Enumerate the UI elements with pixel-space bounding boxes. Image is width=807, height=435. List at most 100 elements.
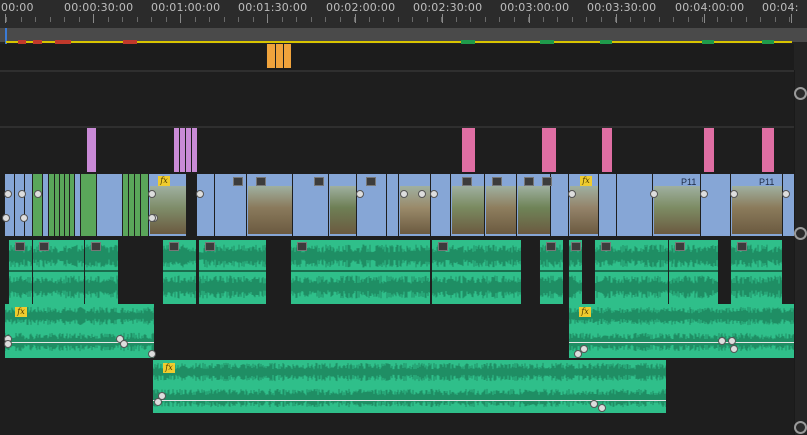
keyframe[interactable] bbox=[4, 340, 12, 348]
keyframe[interactable] bbox=[356, 190, 364, 198]
waveform bbox=[432, 275, 521, 299]
waveform-path bbox=[291, 275, 430, 299]
video-clip[interactable] bbox=[80, 174, 96, 236]
video-clip[interactable] bbox=[782, 174, 794, 236]
film-strip-icon bbox=[737, 242, 747, 251]
keyframe[interactable] bbox=[580, 345, 588, 353]
audio-clip[interactable] bbox=[8, 240, 32, 304]
scroll-circle-icon[interactable] bbox=[794, 227, 807, 240]
video-clip[interactable] bbox=[386, 174, 398, 236]
video-clip[interactable] bbox=[328, 174, 356, 236]
ruler-tick bbox=[586, 17, 587, 22]
audio-clip[interactable]: fx bbox=[568, 304, 794, 358]
waveform-path bbox=[163, 244, 196, 268]
track-v3[interactable] bbox=[0, 128, 794, 172]
video-clip[interactable] bbox=[398, 174, 430, 236]
film-strip-icon bbox=[233, 177, 243, 186]
audio-clip[interactable] bbox=[594, 240, 668, 304]
keyframe[interactable] bbox=[2, 214, 10, 222]
video-clip[interactable] bbox=[700, 174, 730, 236]
audio-clip[interactable] bbox=[84, 240, 118, 304]
keyframe[interactable] bbox=[20, 214, 28, 222]
graphic-clip[interactable] bbox=[601, 128, 612, 172]
audio-clip[interactable] bbox=[290, 240, 430, 304]
keyframe[interactable] bbox=[730, 190, 738, 198]
graphic-clip[interactable] bbox=[461, 128, 475, 172]
keyframe[interactable] bbox=[148, 214, 156, 222]
channel-divider bbox=[540, 270, 563, 272]
keyframe[interactable] bbox=[196, 190, 204, 198]
video-clip[interactable] bbox=[32, 174, 42, 236]
time-ruler[interactable]: 00:00 00:00:30:00 00:01:00:00 00:01:30:0… bbox=[0, 0, 807, 28]
waveform-path bbox=[199, 275, 266, 299]
video-clip[interactable] bbox=[430, 174, 450, 236]
audio-clip[interactable] bbox=[198, 240, 266, 304]
keyframe[interactable] bbox=[18, 190, 26, 198]
keyframe[interactable] bbox=[718, 337, 726, 345]
video-clip[interactable] bbox=[96, 174, 122, 236]
keyframe[interactable] bbox=[400, 190, 408, 198]
timeline-panel: 00:00 00:00:30:00 00:01:00:00 00:01:30:0… bbox=[0, 0, 807, 435]
track-v5[interactable] bbox=[0, 44, 794, 70]
keyframe[interactable] bbox=[730, 345, 738, 353]
title-clip[interactable] bbox=[283, 44, 291, 68]
waveform bbox=[291, 244, 430, 268]
graphic-clip[interactable] bbox=[703, 128, 714, 172]
audio-clip[interactable] bbox=[162, 240, 196, 304]
ruler-tick bbox=[775, 17, 776, 22]
audio-clip[interactable] bbox=[730, 240, 782, 304]
film-strip-icon bbox=[91, 242, 101, 251]
title-clip[interactable] bbox=[266, 44, 275, 68]
video-clip[interactable] bbox=[24, 174, 32, 236]
video-clip[interactable] bbox=[140, 174, 148, 236]
audio-clip[interactable]: fx bbox=[152, 360, 666, 413]
video-clip[interactable] bbox=[598, 174, 616, 236]
keyframe[interactable] bbox=[598, 404, 606, 412]
keyframe[interactable] bbox=[120, 340, 128, 348]
keyframe[interactable] bbox=[34, 190, 42, 198]
film-strip-icon bbox=[524, 177, 534, 186]
keyframe[interactable] bbox=[430, 190, 438, 198]
work-area-bar[interactable] bbox=[0, 28, 807, 42]
keyframe[interactable] bbox=[568, 190, 576, 198]
video-clip[interactable] bbox=[616, 174, 652, 236]
keyframe[interactable] bbox=[728, 337, 736, 345]
audio-clip[interactable]: fx bbox=[4, 304, 154, 358]
video-clip[interactable] bbox=[196, 174, 214, 236]
audio-clip[interactable] bbox=[539, 240, 563, 304]
track-scroll-column[interactable] bbox=[794, 70, 807, 435]
track-a4[interactable] bbox=[0, 415, 794, 435]
title-clip[interactable] bbox=[275, 44, 283, 68]
track-v4[interactable] bbox=[0, 72, 794, 126]
clip-thumbnail bbox=[330, 186, 356, 234]
clip-name-label: P11 bbox=[681, 177, 697, 187]
keyframe[interactable] bbox=[650, 190, 658, 198]
graphic-clip[interactable] bbox=[86, 128, 96, 172]
keyframe[interactable] bbox=[4, 190, 12, 198]
video-clip[interactable] bbox=[4, 174, 14, 236]
timecode-label: 00:01:30:00 bbox=[238, 1, 308, 14]
keyframe[interactable] bbox=[158, 392, 166, 400]
ruler-tick bbox=[557, 17, 558, 22]
audio-clip[interactable] bbox=[668, 240, 718, 304]
scroll-circle-icon[interactable] bbox=[794, 421, 807, 434]
keyframe[interactable] bbox=[590, 400, 598, 408]
ruler-tick bbox=[93, 14, 94, 23]
video-clip[interactable] bbox=[14, 174, 24, 236]
audio-clip[interactable] bbox=[431, 240, 521, 304]
scroll-circle-icon[interactable] bbox=[794, 87, 807, 100]
video-clip[interactable] bbox=[550, 174, 568, 236]
graphic-clip[interactable] bbox=[541, 128, 556, 172]
audio-clip[interactable] bbox=[32, 240, 84, 304]
keyframe[interactable] bbox=[782, 190, 790, 198]
graphic-clip[interactable] bbox=[761, 128, 774, 172]
clip-thumbnail bbox=[654, 186, 700, 234]
keyframe[interactable] bbox=[700, 190, 708, 198]
video-clip[interactable] bbox=[246, 174, 292, 236]
audio-clip[interactable] bbox=[568, 240, 582, 304]
ruler-tick bbox=[122, 17, 123, 22]
keyframe[interactable] bbox=[148, 350, 156, 358]
graphic-clip[interactable] bbox=[191, 128, 197, 172]
keyframe[interactable] bbox=[148, 190, 156, 198]
keyframe[interactable] bbox=[418, 190, 426, 198]
